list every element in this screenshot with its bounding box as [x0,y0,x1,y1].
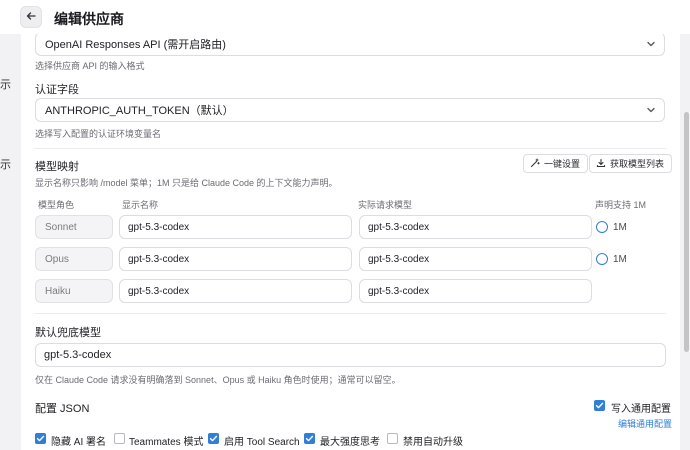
hide-ai-signature-checkbox[interactable] [35,433,46,444]
disable-auto-upgrade-label: 禁用自动升级 [403,437,463,448]
column-header-request-model: 实际请求模型 [358,200,413,210]
sonnet-1m-checkbox[interactable] [596,221,608,233]
write-common-config-checkbox[interactable] [594,400,605,411]
column-header-role: 模型角色 [38,200,75,210]
page-title: 编辑供应商 [54,11,124,27]
opus-display-name-input[interactable]: gpt-5.3-codex [119,247,352,271]
back-button[interactable] [20,6,42,28]
api-format-hint: 选择供应商 API 的输入格式 [35,61,145,71]
one-click-setup-button[interactable]: 一键设置 [523,154,589,173]
wand-icon [530,158,540,170]
fetch-models-button[interactable]: 获取模型列表 [589,154,673,173]
divider [34,148,666,149]
api-format-select[interactable]: OpenAI Responses API (需开启路由) [35,34,665,56]
download-icon [596,158,606,170]
auth-field-select[interactable]: ANTHROPIC_AUTH_TOKEN（默认） [35,98,665,122]
opus-request-model-input[interactable]: gpt-5.3-codex [359,247,592,271]
default-model-label: 默认兜底模型 [35,327,101,339]
chevron-down-icon [646,39,656,52]
check-icon [595,402,604,409]
check-icon [36,435,45,442]
role-opus: Opus [35,247,113,271]
default-model-input[interactable]: gpt-5.3-codex [35,343,666,367]
disable-auto-upgrade-checkbox[interactable] [387,433,398,444]
one-click-setup-label: 一键设置 [544,159,581,169]
api-format-value: OpenAI Responses API (需开启路由) [45,39,226,51]
background-glyph: 示 [0,79,11,91]
check-icon [305,435,314,442]
scrollbar-thumb[interactable] [684,112,689,352]
edit-common-config-link[interactable]: 编辑通用配置 [618,417,672,430]
sonnet-display-name-input[interactable]: gpt-5.3-codex [119,215,352,239]
write-common-config-label: 写入通用配置 [611,404,671,415]
default-model-hint: 仅在 Claude Code 请求没有明确落到 Sonnet、Opus 或 Ha… [35,375,401,385]
check-icon [209,435,218,442]
teammates-mode-checkbox[interactable] [114,433,125,444]
model-mapping-title: 模型映射 [35,161,79,173]
background-glyph: 示 [0,159,11,171]
hide-ai-signature-label: 隐藏 AI 署名 [51,437,107,448]
header-bar: 编辑供应商 [0,0,690,34]
model-mapping-hint: 显示名称只影响 /model 菜单；1M 只是给 Claude Code 的上下… [35,178,338,188]
arrow-left-icon [25,10,37,25]
opus-1m-checkbox[interactable] [596,253,608,265]
role-haiku: Haiku [35,279,113,303]
enable-tool-search-checkbox[interactable] [208,433,219,444]
config-json-label: 配置 JSON [35,403,90,415]
auth-field-hint: 选择写入配置的认证环境变量名 [35,129,162,139]
sonnet-1m-label: 1M [613,222,627,233]
teammates-mode-label: Teammates 模式 [129,437,204,448]
background-strip: 示 示 [0,34,21,450]
max-effort-thinking-label: 最大强度思考 [320,437,380,448]
fetch-models-label: 获取模型列表 [610,159,665,169]
haiku-request-model-input[interactable]: gpt-5.3-codex [359,279,592,303]
enable-tool-search-label: 启用 Tool Search [224,437,300,448]
haiku-display-name-input[interactable]: gpt-5.3-codex [119,279,352,303]
opus-1m-label: 1M [613,254,627,265]
max-effort-thinking-checkbox[interactable] [304,433,315,444]
auth-field-value: ANTHROPIC_AUTH_TOKEN（默认） [45,105,234,117]
sonnet-request-model-input[interactable]: gpt-5.3-codex [359,215,592,239]
divider [34,313,666,314]
role-sonnet: Sonnet [35,215,113,239]
column-header-display-name: 显示名称 [122,200,159,210]
auth-field-label: 认证字段 [35,84,79,96]
column-header-1m: 声明支持 1M [595,200,647,210]
chevron-down-icon [646,105,656,118]
edit-provider-panel: OpenAI Responses API (需开启路由) 选择供应商 API 的… [21,34,680,450]
